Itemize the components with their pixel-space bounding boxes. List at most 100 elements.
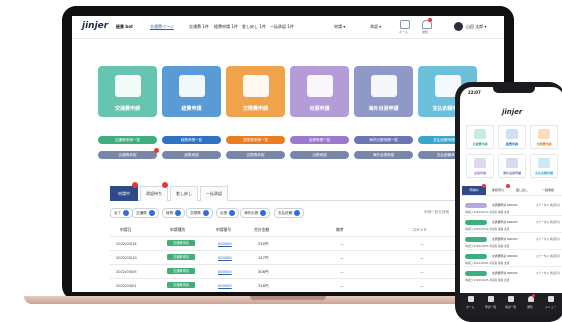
overseas-trip-list-button[interactable]: 海外出張申請一覧: [354, 136, 413, 144]
list-icon[interactable]: [488, 296, 494, 302]
tile-transport[interactable]: 交通費申請: [98, 66, 157, 117]
phone-tile-overseas-trip[interactable]: 海外出張申請: [498, 154, 526, 178]
phone-tile-entertainment[interactable]: 交際費申請: [530, 125, 558, 149]
home-icon[interactable]: [400, 20, 410, 29]
tab-pending-badge: [132, 182, 138, 188]
overseas-trip-approve-button[interactable]: 海外出張承認: [354, 151, 413, 159]
phone-row-3-title[interactable]: 交通費申請 000003: [492, 237, 518, 241]
row-1-number-link[interactable]: 000000: [218, 242, 232, 246]
nav-link-transport[interactable]: 交通費 1件: [189, 24, 209, 30]
row-4-date: 2022/03/01: [116, 284, 137, 288]
filter-expense-label: 経費: [166, 211, 174, 215]
row-2-number-link[interactable]: 000000: [218, 256, 232, 260]
row-4-comment: —: [420, 284, 424, 288]
phone-tile-expense-label: 経費申請: [505, 142, 518, 146]
filter-payment[interactable]: 支払依頼: [274, 208, 305, 218]
tab-awaiting[interactable]: 承認待ち: [140, 186, 168, 201]
nav-active-link[interactable]: 交通費ページ: [150, 24, 174, 30]
col-type-header: 申請種別: [170, 227, 186, 232]
entertainment-approve-button[interactable]: 交際費承認: [226, 151, 285, 159]
avatar[interactable]: [454, 22, 463, 31]
row-4-amount: 326円: [258, 284, 269, 288]
bell-caption: 通知: [422, 30, 429, 34]
row-3-number-link[interactable]: 000000: [218, 270, 232, 274]
business-trip-list-button[interactable]: 出張申請一覧: [290, 136, 349, 144]
phone-tile-transport[interactable]: 交通費申請: [466, 125, 494, 149]
transport-list-button[interactable]: 交通費申請一覧: [98, 136, 157, 144]
phone-row-type-tag: [465, 203, 487, 208]
row-2-memo: —: [340, 256, 344, 260]
nav-link-expense[interactable]: 経費申請 1件: [214, 24, 238, 30]
phone-tile-expense[interactable]: 経費申請: [498, 125, 526, 149]
filter-entertainment[interactable]: 交際費: [186, 208, 213, 218]
tile-expense[interactable]: 経費申請: [162, 66, 221, 117]
phone-nav-apply-list: 申請一覧: [485, 305, 497, 309]
approve-badge: [154, 148, 159, 153]
tile-entertainment-label: 交際費申請: [242, 106, 268, 112]
tab-bulk[interactable]: 一括承認: [200, 186, 228, 201]
tile-transport-label: 交通費申請: [114, 106, 140, 112]
tab-pending[interactable]: 申請中: [110, 186, 138, 201]
check-icon[interactable]: [508, 296, 514, 302]
document-icon: [538, 158, 550, 168]
row-1-type: 交通費申請: [167, 240, 195, 246]
nav-link-bulk[interactable]: 一括承認 1件: [270, 24, 294, 30]
expense-list-button[interactable]: 経費申請一覧: [162, 136, 221, 144]
filter-transport[interactable]: 交通費: [132, 208, 159, 218]
filter-count-badge: [229, 210, 236, 216]
tile-entertainment[interactable]: 交際費申請: [226, 66, 285, 117]
phone-tile-business-trip[interactable]: 出張申請: [466, 154, 494, 178]
col-amount-header: 合計金額: [254, 227, 270, 232]
phone-tab-returned[interactable]: 差し戻し: [510, 186, 534, 196]
phone-time: 22:07: [468, 90, 481, 95]
filter-business-trip[interactable]: 出張: [216, 208, 240, 218]
brand-logo[interactable]: jinjer: [82, 21, 108, 31]
filter-business-trip-label: 出張: [220, 211, 228, 215]
row-4-number-link[interactable]: 000000: [218, 284, 232, 288]
menu-icon[interactable]: [548, 296, 554, 302]
search-input[interactable]: 申請一覧を検索: [424, 210, 449, 215]
phone-row-1-title[interactable]: 交通費申請 000001: [492, 203, 518, 207]
apply-menu[interactable]: 申請 ▾: [334, 24, 345, 30]
business-trip-approve-button[interactable]: 出張承認: [290, 151, 349, 159]
nav-link-returned[interactable]: 差し戻し 1件: [242, 24, 266, 30]
col-comment-header: コメント: [412, 227, 428, 232]
home-icon[interactable]: [468, 296, 474, 302]
phone-row-5-title[interactable]: 交通費申請 000005: [492, 271, 518, 275]
laptop-screen: jinjer 経費 bot 交通費ページ 交通費 1件 経費申請 1件 差し戻し…: [72, 16, 504, 292]
entertainment-list-button[interactable]: 交際費申請一覧: [226, 136, 285, 144]
phone-row-4-status: ステータス 承認待ち: [536, 255, 561, 258]
tile-business-trip[interactable]: 出張申請: [290, 66, 349, 117]
product-name[interactable]: 経費 bot: [116, 24, 133, 30]
tab-returned[interactable]: 差し戻し: [170, 186, 198, 201]
phone-row-type-tag: [465, 220, 487, 225]
tile-overseas-trip[interactable]: 海外出張申請: [354, 66, 413, 117]
phone-row-4-title[interactable]: 交通費申請 000004: [492, 254, 518, 258]
phone-nav-approve-list: 承認一覧: [505, 305, 517, 309]
expense-approve-button[interactable]: 経費承認: [162, 151, 221, 159]
filter-overseas-trip[interactable]: 海外出張: [240, 208, 271, 218]
filter-payment-label: 支払依頼: [278, 211, 293, 215]
phone-row-2-status: ステータス 承認待ち: [536, 221, 561, 224]
row-1-memo: —: [340, 242, 344, 246]
phone-tile-payment[interactable]: 支払依頼申請: [530, 154, 558, 178]
approve-menu[interactable]: 承認 ▾: [370, 24, 381, 30]
phone-tile-business-trip-label: 出張申請: [473, 171, 486, 175]
filter-all-label: 全て: [114, 211, 122, 215]
phone-tile-overseas-trip-label: 海外出張申請: [502, 171, 521, 175]
row-2-date: 2022/03/10: [116, 256, 137, 260]
phone-row-type-tag: [465, 237, 487, 242]
row-2-comment: —: [420, 256, 424, 260]
filter-all[interactable]: 全て: [110, 208, 134, 218]
phone-tab-bulk[interactable]: 一括承認: [534, 186, 562, 196]
phone-row-1-status: ステータス 承認待ち: [536, 204, 561, 207]
list-item: [464, 266, 562, 267]
row-2-amount: 157円: [258, 256, 269, 260]
phone-tile-transport-label: 交通費申請: [472, 142, 488, 146]
transport-approve-button[interactable]: 交通費承認: [98, 151, 157, 159]
phone-row-2-title[interactable]: 交通費申請 000002: [492, 220, 518, 224]
phone-row-type-tag: [465, 271, 487, 276]
user-name[interactable]: 山田 太郎 ▾: [466, 24, 487, 30]
filter-expense[interactable]: 経費: [162, 208, 186, 218]
filter-count-badge: [148, 210, 155, 216]
